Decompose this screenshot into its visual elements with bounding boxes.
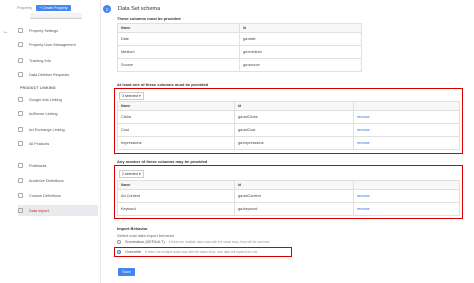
sidebar-item-postbacks[interactable]: Postbacks bbox=[18, 160, 98, 171]
property-header: Property + Create Property bbox=[17, 4, 71, 11]
chevron-down-icon: ▾ bbox=[138, 94, 141, 98]
radio-selected-icon bbox=[117, 250, 121, 254]
sidebar-item-property-settings[interactable]: Property Settings bbox=[18, 25, 98, 36]
sidebar-item-audience[interactable]: Audience Definitions bbox=[18, 175, 98, 186]
chevron-down-icon: ▾ bbox=[138, 172, 141, 176]
sidebar-item-tracking-info[interactable]: Tracking Info bbox=[18, 55, 98, 66]
ads-icon bbox=[18, 97, 23, 102]
save-button[interactable]: Save bbox=[118, 268, 135, 276]
sidebar-item-all-products[interactable]: All Products bbox=[18, 138, 98, 149]
table-row: Clicks ga:adClicks remove bbox=[117, 110, 460, 124]
import-behavior-subtitle: Select cost data import behavior bbox=[117, 233, 175, 238]
any-columns-table: Name Id Ad Content ga:adContent remove Keyw… bbox=[117, 180, 460, 216]
products-icon bbox=[18, 141, 23, 146]
property-label: Property bbox=[17, 5, 33, 10]
sidebar-item-adsense[interactable]: AdSense Linking bbox=[18, 108, 98, 119]
atleast-select-dropdown[interactable]: 3 selected ▾ bbox=[119, 92, 144, 100]
table-row: Medium ga:medium bbox=[117, 45, 362, 59]
table-row: Date ga:date bbox=[117, 32, 362, 46]
data-set-schema-panel: 1 Data Set schema These columns must be … bbox=[100, 0, 474, 283]
table-row: Impressions ga:impressions remove bbox=[117, 136, 460, 150]
radio-icon bbox=[117, 240, 121, 244]
table-row: Cost ga:adCost remove bbox=[117, 123, 460, 137]
delete-icon bbox=[18, 72, 23, 77]
required-columns-table: Name Id Date ga:date Medium ga:medium Sourc… bbox=[117, 23, 362, 72]
admin-sidebar: Property + Create Property ← Property Se… bbox=[0, 0, 101, 283]
sidebar-item-custom-definitions[interactable]: Custom Definitions bbox=[18, 190, 98, 201]
import-behavior-title: Import Behavior bbox=[117, 226, 148, 231]
sidebar-item-data-deletion[interactable]: Data Deletion Requests bbox=[18, 69, 98, 80]
sidebar-item-ad-exchange[interactable]: Ad Exchange Linking bbox=[18, 124, 98, 135]
atleast-columns-table: Name Id Clicks ga:adClicks remove Cost ga:ad… bbox=[117, 101, 460, 150]
any-caption: Any number of these columns may be provi… bbox=[117, 159, 208, 164]
adsense-icon bbox=[18, 111, 23, 116]
remove-link[interactable]: remove bbox=[357, 128, 370, 132]
create-property-button[interactable]: + Create Property bbox=[36, 4, 71, 11]
remove-link[interactable]: remove bbox=[357, 207, 370, 211]
sidebar-item-user-management[interactable]: Property User Management bbox=[18, 39, 98, 50]
radio-overwrite[interactable]: Overwrite If there are multiple data row… bbox=[117, 250, 258, 254]
table-row: Keyword ga:keyword remove bbox=[117, 202, 460, 216]
property-selector[interactable] bbox=[30, 13, 82, 19]
any-select-dropdown[interactable]: 2 selected ▾ bbox=[119, 170, 144, 178]
exchange-icon bbox=[18, 127, 23, 132]
col-header-name: Name bbox=[117, 23, 240, 33]
atleast-caption: At least one of these columns must be pr… bbox=[117, 82, 209, 87]
users-icon bbox=[18, 42, 23, 47]
sidebar-item-google-ads[interactable]: Google Ads Linking bbox=[18, 94, 98, 105]
settings-icon bbox=[18, 28, 23, 33]
schema-header: 1 Data Set schema bbox=[103, 5, 160, 13]
step-number: 1 bbox=[103, 5, 111, 13]
table-row: Source ga:source bbox=[117, 58, 362, 72]
required-caption: These columns must be provided bbox=[117, 16, 181, 21]
remove-link[interactable]: remove bbox=[357, 141, 370, 145]
back-arrow-icon[interactable]: ← bbox=[3, 28, 11, 36]
custom-def-icon bbox=[18, 193, 23, 198]
remove-link[interactable]: remove bbox=[357, 115, 370, 119]
schema-title: Data Set schema bbox=[118, 6, 161, 12]
radio-summation[interactable]: Summation (DEFAULT) If there are multipl… bbox=[117, 240, 270, 244]
import-icon bbox=[18, 208, 23, 213]
col-header-id: Id bbox=[239, 23, 362, 33]
code-icon bbox=[18, 58, 23, 63]
remove-link[interactable]: remove bbox=[357, 194, 370, 198]
audience-icon bbox=[18, 178, 23, 183]
sidebar-item-data-import[interactable]: Data Import bbox=[18, 205, 98, 216]
postback-icon bbox=[18, 163, 23, 168]
table-row: Ad Content ga:adContent remove bbox=[117, 189, 460, 203]
product-linking-heading: PRODUCT LINKING bbox=[20, 86, 56, 90]
